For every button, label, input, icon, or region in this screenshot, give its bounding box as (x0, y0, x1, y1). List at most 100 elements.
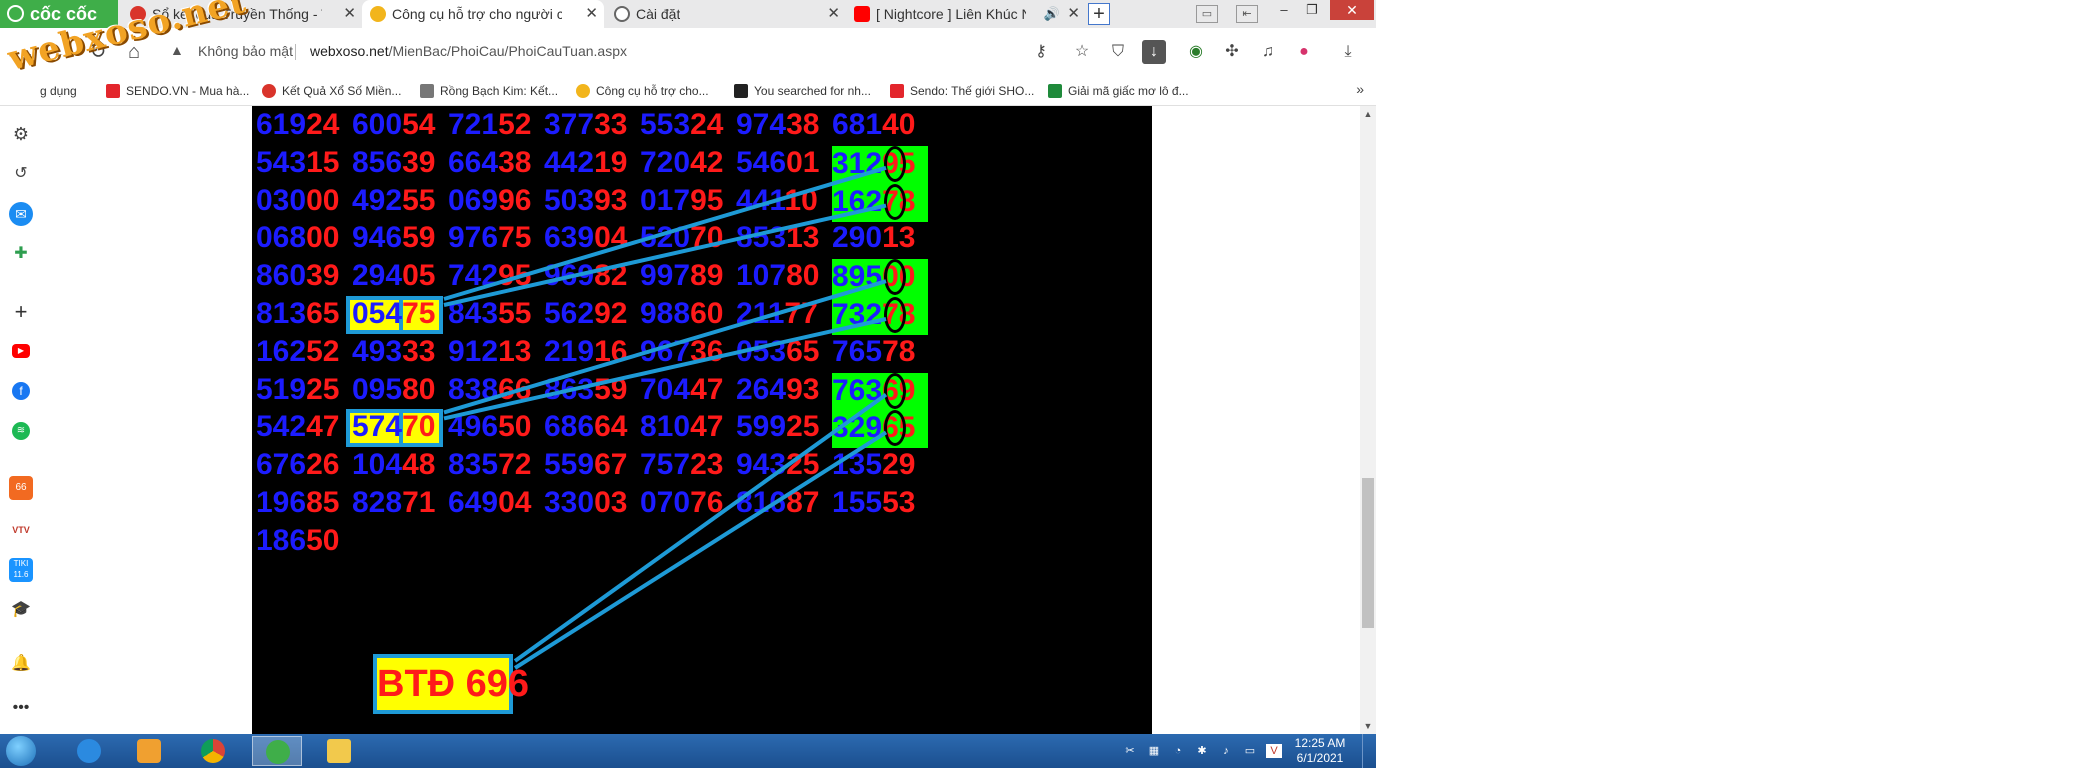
tray-v-icon[interactable]: V (1266, 744, 1282, 758)
bookmark-item[interactable]: Giải mã giấc mơ lô đ... (1048, 82, 1189, 100)
number-last-two-digits: 75 (402, 297, 436, 330)
result-cell: 07076 (640, 478, 736, 519)
number-prefix: 546 (736, 145, 787, 179)
warning-triangle-icon[interactable]: ▲ (170, 42, 184, 58)
bookmark-label: Sendo: Thế giới SHO... (910, 84, 1035, 98)
minimize-button[interactable]: – (1270, 0, 1298, 20)
number-last-two-digits: 24 (306, 108, 340, 141)
result-cell: 49333 (352, 327, 448, 368)
shield-icon[interactable]: ⛉ (1106, 40, 1130, 64)
number-prefix: 330 (544, 486, 595, 519)
number-prefix: 135 (832, 448, 883, 482)
tray-keyboard-icon[interactable]: ▦ (1146, 744, 1162, 758)
number-prefix: 070 (640, 486, 691, 519)
start-button[interactable] (6, 736, 36, 766)
number-last-two-digits: 04 (498, 486, 532, 519)
bookmark-item[interactable]: Rồng Bạch Kim: Kết... (420, 82, 558, 100)
file-explorer-task[interactable] (314, 736, 364, 766)
new-tab-button[interactable]: + (1088, 3, 1110, 25)
result-cell: 81047 (640, 402, 736, 443)
tray-settings-icon[interactable]: ✱ (1194, 744, 1210, 758)
number-last-two-digits: 96 (498, 183, 532, 217)
tray-app-icon[interactable]: ◔ (1170, 744, 1186, 758)
bookmark-item[interactable]: Kết Quả Xổ Số Miền... (262, 82, 401, 100)
page-scrollbar[interactable]: ▲ ▼ (1360, 106, 1376, 734)
bookmark-item[interactable]: Công cụ hỗ trợ cho... (576, 82, 709, 100)
tab-close-icon[interactable]: ✕ (343, 0, 356, 28)
profile-avatar-icon[interactable]: ● (1292, 40, 1316, 64)
bookmark-item[interactable]: SENDO.VN - Mua hà... (106, 82, 249, 100)
game-controller-icon[interactable]: ✚ (9, 242, 33, 266)
tab-close-icon[interactable]: ✕ (1067, 0, 1080, 28)
chrome-icon (201, 739, 225, 763)
result-cell: 86039 (256, 251, 352, 292)
scroll-up-icon[interactable]: ▲ (1360, 106, 1376, 122)
volume-icon[interactable]: ♪ (1218, 744, 1234, 758)
result-cell: 54315 (256, 138, 352, 179)
media-player-task[interactable] (124, 736, 174, 766)
number-last-two-digits: 92 (594, 297, 628, 330)
tab-close-icon[interactable]: ✕ (827, 0, 840, 28)
number-last-two-digits: 33 (594, 108, 628, 141)
result-cell: 52070 (640, 213, 736, 254)
settings-gear-icon[interactable]: ⚙ (9, 122, 33, 146)
audio-playing-icon[interactable]: 🔊 (1044, 0, 1060, 28)
number-prefix: 155 (832, 486, 883, 519)
chrome-task[interactable] (188, 736, 238, 766)
tray-tool-icon[interactable]: ✂ (1122, 744, 1138, 758)
restore-button[interactable]: ❐ (1298, 0, 1326, 20)
add-panel-icon[interactable]: + (9, 300, 33, 324)
scroll-down-icon[interactable]: ▼ (1360, 718, 1376, 734)
number-last-two-digits: 72 (498, 448, 532, 482)
extension-circle-icon[interactable]: ◉ (1184, 40, 1208, 64)
tab-close-icon[interactable]: ✕ (585, 0, 598, 28)
bookmark-star-icon[interactable]: ☆ (1070, 40, 1094, 64)
bookmarks-overflow-icon[interactable]: » (1356, 81, 1364, 97)
messenger-icon[interactable]: ✉ (9, 202, 33, 226)
tab-nightcore[interactable]: [ Nightcore ] Liên Khúc N 🔊 ✕ (846, 0, 1086, 28)
number-last-two-digits: 13 (882, 221, 916, 255)
result-cell: 68664 (544, 402, 640, 443)
bookmark-item[interactable]: Sendo: Thế giới SHO... (890, 82, 1034, 100)
close-window-button[interactable]: ✕ (1330, 0, 1374, 20)
download-arrow-icon[interactable]: ↓ (1142, 40, 1166, 64)
spotify-icon[interactable]: ≋ (12, 422, 30, 440)
downloads-icon[interactable]: ⤓ (1336, 40, 1360, 64)
history-icon[interactable]: ↺ (9, 162, 33, 186)
facebook-icon[interactable]: f (12, 382, 30, 400)
network-icon[interactable]: ▭ (1242, 744, 1258, 758)
system-clock[interactable]: 12:25 AM 6/1/2021 (1290, 736, 1350, 766)
tab-cai-dat[interactable]: Cài đặt ✕ (606, 0, 846, 28)
tab-cong-cu[interactable]: Công cụ hỗ trợ cho người ch ✕ (362, 0, 604, 28)
bookmark-apps[interactable]: g dụng (40, 82, 77, 100)
internet-explorer-task[interactable] (64, 736, 114, 766)
result-cell: 57470 (352, 402, 448, 443)
number-last-two-digits: 15 (306, 145, 340, 179)
graduation-cap-icon[interactable]: 🎓 (9, 598, 33, 622)
number-prefix: 681 (832, 108, 883, 141)
number-prefix: 493 (352, 334, 403, 368)
show-desktop-button[interactable] (1362, 734, 1376, 768)
not-secure-label[interactable]: Không bảo mật (198, 43, 293, 59)
address-bar[interactable]: ▲ Không bảo mật webxoso.net/MienBac/Phoi… (160, 37, 1050, 67)
more-icon[interactable]: ••• (9, 696, 33, 720)
scrollbar-thumb[interactable] (1362, 478, 1374, 628)
shopee-icon[interactable]: 66 (9, 476, 33, 500)
number-prefix: 765 (832, 334, 883, 368)
coccoc-task[interactable] (252, 736, 302, 766)
tiki-icon[interactable]: TIKI 11.6 (9, 558, 33, 582)
btd-prediction-box: BTĐ 696 (373, 654, 529, 714)
media-queue-icon[interactable]: ♫ (1256, 40, 1280, 64)
number-last-two-digits: 93 (594, 183, 628, 217)
sidebar-toggle-icon[interactable]: ⇤ (1236, 5, 1258, 23)
result-cell: 97675 (448, 213, 544, 254)
vtv-icon[interactable]: VTV (9, 518, 33, 542)
puzzle-icon[interactable]: ✣ (1220, 40, 1244, 64)
bookmark-item[interactable]: You searched for nh... (734, 82, 871, 100)
youtube-icon[interactable]: ▶ (12, 344, 30, 358)
notification-bell-icon[interactable]: 🔔 (9, 652, 33, 676)
key-icon[interactable]: ⚷ (1030, 41, 1052, 63)
toolbar: ← → ↻ ⌂ ▲ Không bảo mật webxoso.net/Mien… (0, 28, 1376, 76)
screenshot-icon[interactable]: ▭ (1196, 5, 1218, 23)
url-text[interactable]: webxoso.net/MienBac/PhoiCau/PhoiCauTuan.… (310, 43, 627, 59)
